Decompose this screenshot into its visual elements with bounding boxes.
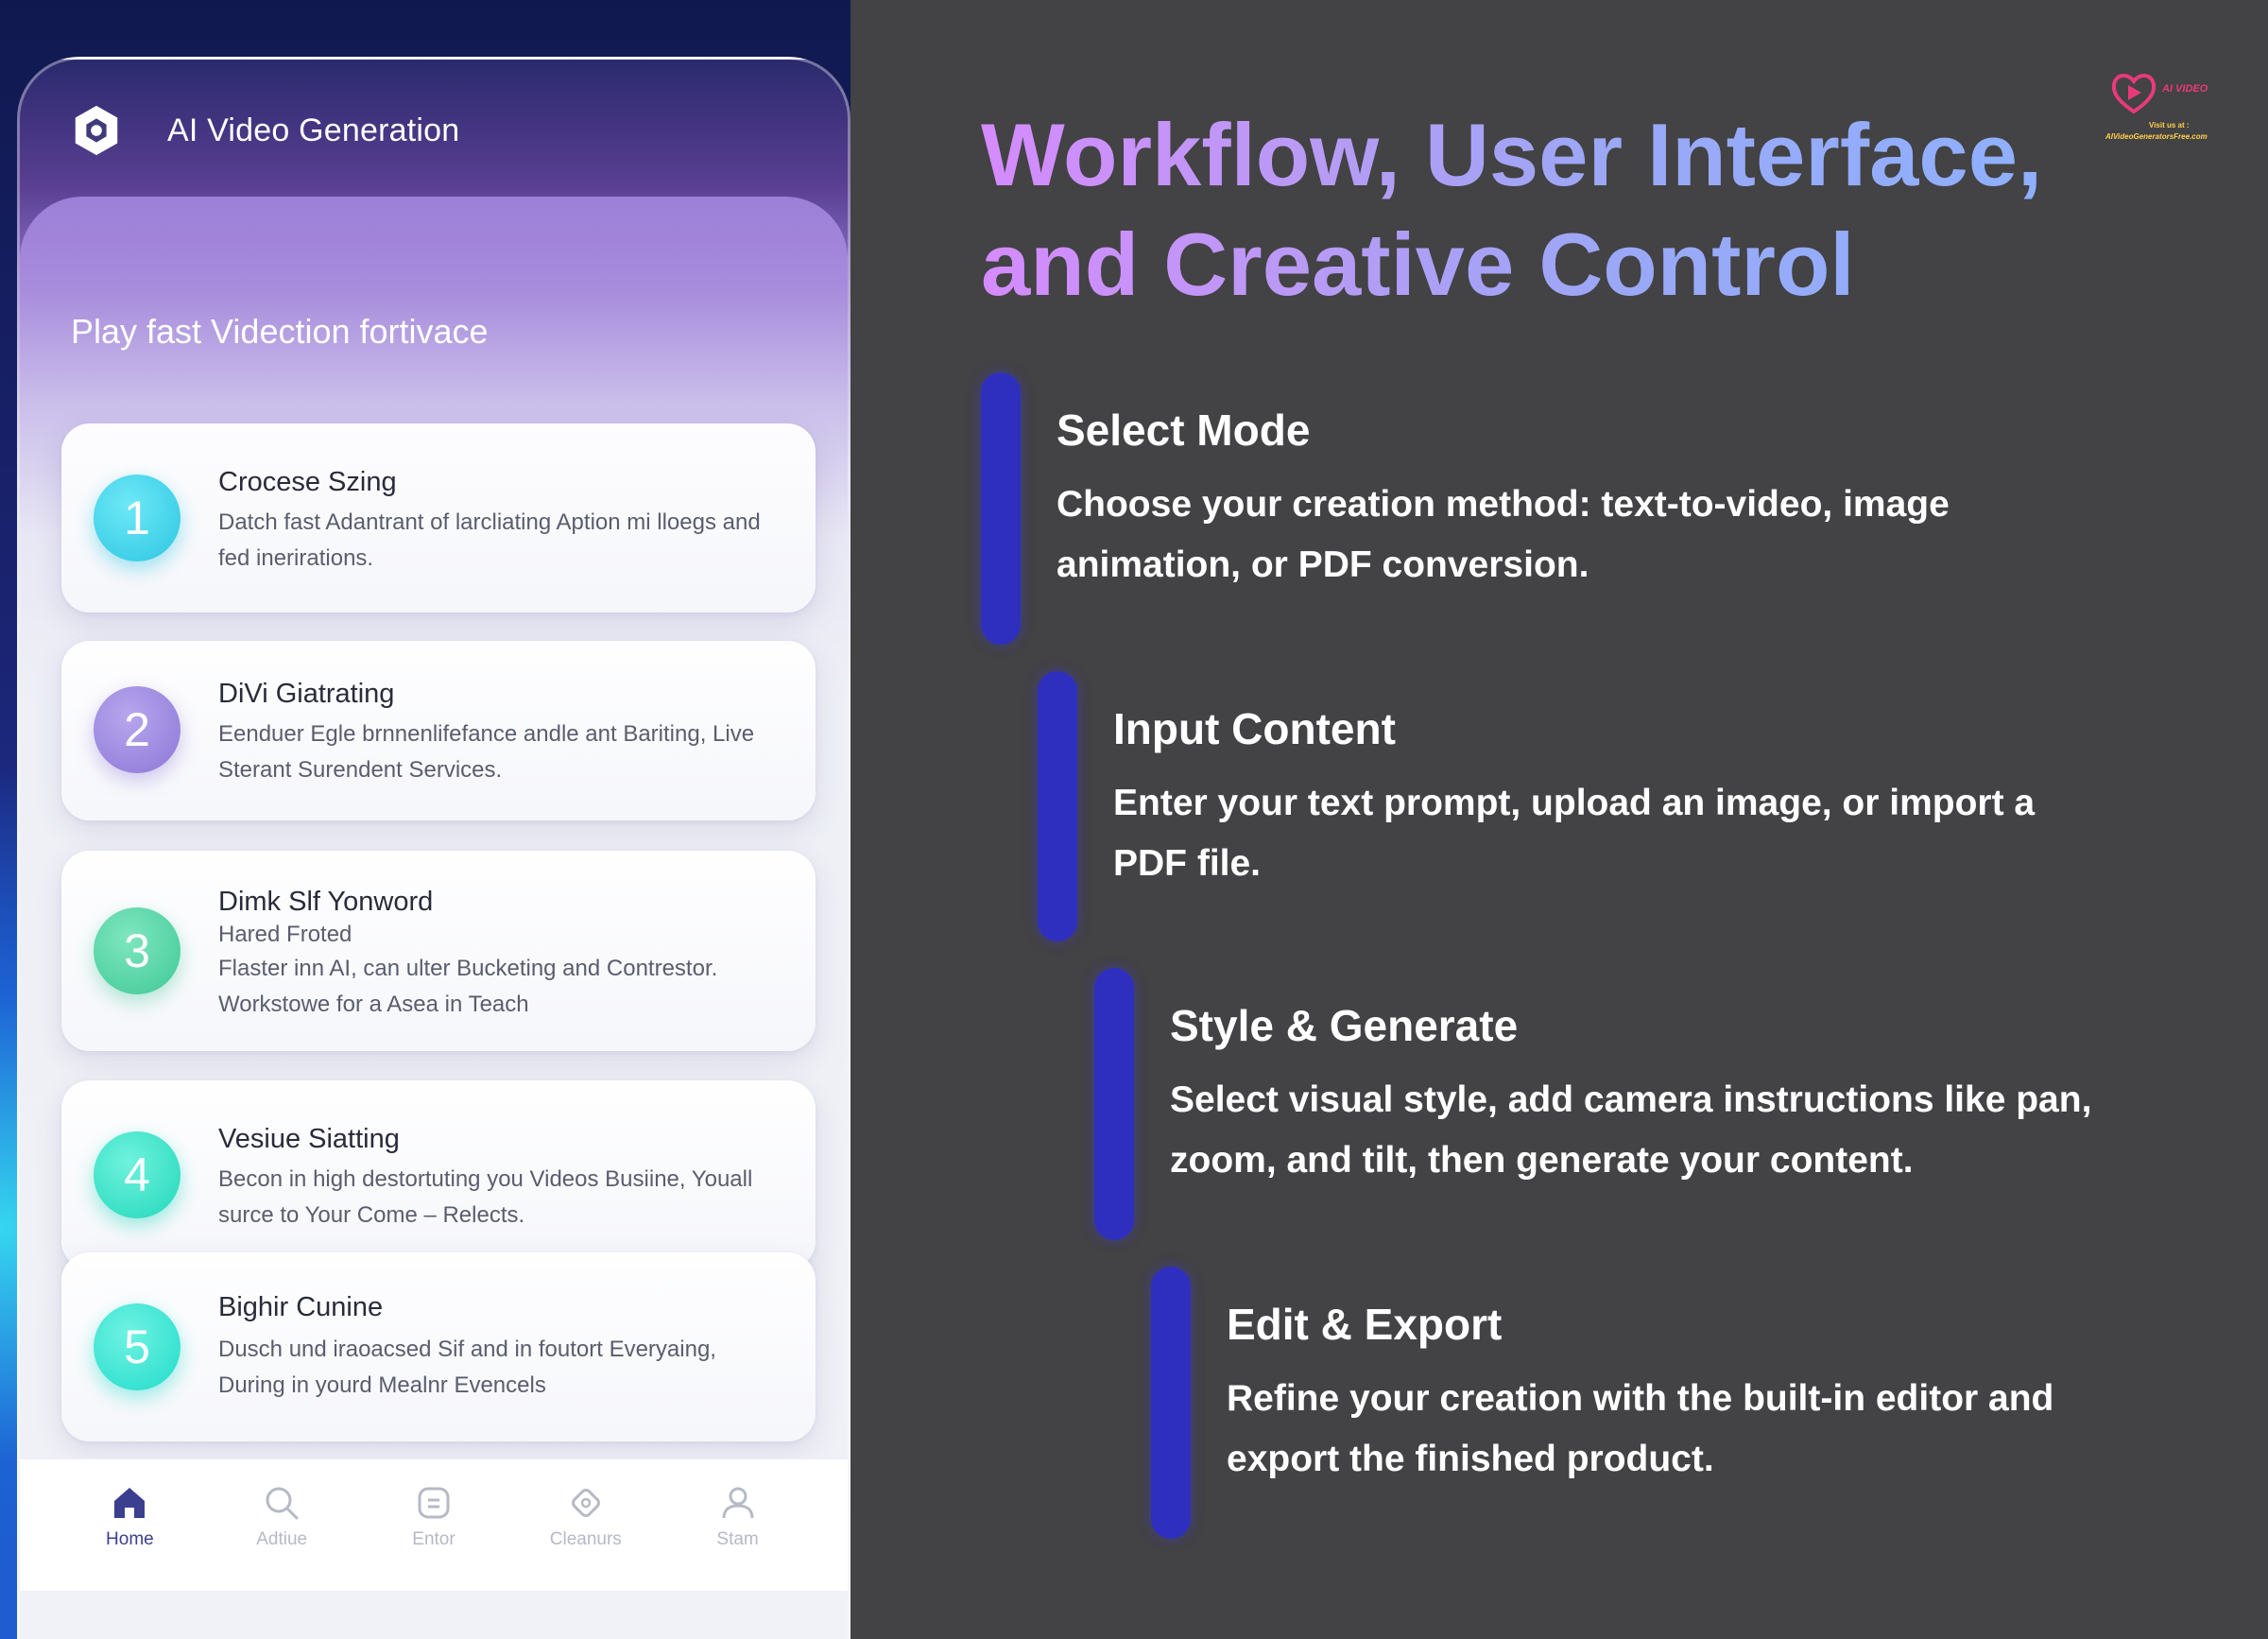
step-description: Flaster inn AI, can ulter Bucketing and …	[218, 956, 718, 1017]
workflow-step-input-content: Input Content Enter your text prompt, up…	[1038, 671, 2172, 945]
step-card-1[interactable]: 1 Crocese Szing Datch fast Adantrant of …	[61, 423, 816, 612]
app-title: AI Video Generation	[167, 112, 460, 148]
hero-subtitle: Play fast Videction fortivace	[71, 312, 489, 351]
workflow-step-title: Edit & Export	[1227, 1300, 1503, 1349]
nav-item-cleanurs[interactable]: Cleanurs	[520, 1459, 652, 1550]
brand-name: AI VIDEO	[2162, 83, 2208, 95]
brand-tagline: Visit us at :	[2149, 121, 2190, 129]
hero-panel: Play fast Videction fortivace 1 Crocese …	[20, 197, 848, 1331]
workflow-step-title: Input Content	[1113, 704, 1396, 753]
step-description: Eenduer Egle brnnenlifefance andle ant B…	[218, 721, 755, 783]
search-icon	[266, 1487, 299, 1520]
step-card-3[interactable]: 3 Dimk Slf Yonword Hared Froted Flaster …	[61, 851, 816, 1051]
workflow-step-edit-export: Edit & Export Refine your creation with …	[1151, 1267, 2266, 1541]
bottom-nav: Home Adtiue Entor Cleanurs Stam	[20, 1458, 848, 1591]
workflow-step-description: Select visual style, add camera instruct…	[1170, 1079, 2092, 1181]
nav-item-adtiue[interactable]: Adtiue	[215, 1459, 348, 1550]
headline-line-1: Workflow, User Interface,	[981, 105, 2043, 204]
step-number-badge: 3	[94, 907, 180, 994]
brand-logo: AI VIDEO Visit us at : AIVideoGenerators…	[2105, 70, 2240, 146]
nav-label: Adtiue	[256, 1529, 308, 1549]
workflow-step-description: Choose your creation method: text-to-vid…	[1057, 484, 1950, 585]
workflow-step-description: Refine your creation with the built-in e…	[1227, 1378, 2054, 1479]
page-headline: Workflow, User Interface, and Creative C…	[981, 100, 2042, 319]
play-heart-icon	[2111, 74, 2156, 114]
clipboard-icon	[418, 1487, 450, 1519]
step-number-badge: 4	[94, 1131, 180, 1218]
nav-item-stam[interactable]: Stam	[672, 1459, 804, 1550]
step-description: Datch fast Adantrant of larcliating Apti…	[218, 509, 761, 571]
step-title: Bighir Cunine	[218, 1292, 384, 1322]
step-accent-bar	[1151, 1267, 1191, 1539]
left-background: AI Video Generation Play fast Videction …	[0, 0, 850, 1639]
step-number-badge: 1	[94, 474, 180, 561]
workflow-step-title: Style & Generate	[1170, 1001, 1519, 1050]
step-number-badge: 2	[94, 686, 180, 773]
step-accent-bar	[1094, 968, 1134, 1240]
step-title: Dimk Slf Yonword	[218, 887, 434, 917]
nav-label: Entor	[412, 1529, 455, 1549]
step-card-5[interactable]: 5 Bighir Cunine Dusch und iraoacsed Sif …	[61, 1252, 816, 1441]
workflow-step-style-generate: Style & Generate Select visual style, ad…	[1094, 968, 2228, 1242]
app-header: AI Video Generation	[20, 60, 848, 201]
step-description: Becon in high destortuting you Videos Bu…	[218, 1166, 753, 1228]
step-description: Dusch und iraoacsed Sif and in foutort E…	[218, 1337, 716, 1398]
phone-frame: AI Video Generation Play fast Videction …	[17, 57, 850, 1639]
step-subtitle: Hared Froted	[218, 922, 352, 947]
user-icon	[722, 1487, 754, 1519]
step-card-4[interactable]: 4 Vesiue Siatting Becon in high destortu…	[61, 1080, 816, 1269]
step-title: DiVi Giatrating	[218, 679, 395, 709]
step-number-badge: 5	[94, 1303, 180, 1390]
nav-item-home[interactable]: Home	[63, 1459, 196, 1550]
diamond-icon	[571, 1489, 600, 1517]
home-icon	[114, 1488, 146, 1518]
nav-item-entor[interactable]: Entor	[368, 1459, 500, 1550]
workflow-step-description: Enter your text prompt, upload an image,…	[1113, 783, 2036, 884]
workflow-step-select-mode: Select Mode Choose your creation method:…	[981, 372, 2115, 647]
step-card-2[interactable]: 2 DiVi Giatrating Eenduer Egle brnnenlif…	[61, 641, 816, 820]
step-accent-bar	[981, 372, 1021, 645]
hexagon-logo-icon	[75, 105, 118, 156]
step-title: Vesiue Siatting	[218, 1124, 400, 1154]
workflow-step-title: Select Mode	[1057, 405, 1311, 455]
nav-label: Home	[106, 1529, 154, 1549]
headline-line-2: and Creative Control	[981, 215, 1855, 314]
step-accent-bar	[1038, 671, 1077, 941]
nav-label: Cleanurs	[549, 1529, 622, 1549]
nav-label: Stam	[716, 1529, 759, 1549]
brand-url: AIVideoGeneratorsFree.com	[2105, 132, 2208, 141]
step-title: Crocese Szing	[218, 467, 397, 497]
